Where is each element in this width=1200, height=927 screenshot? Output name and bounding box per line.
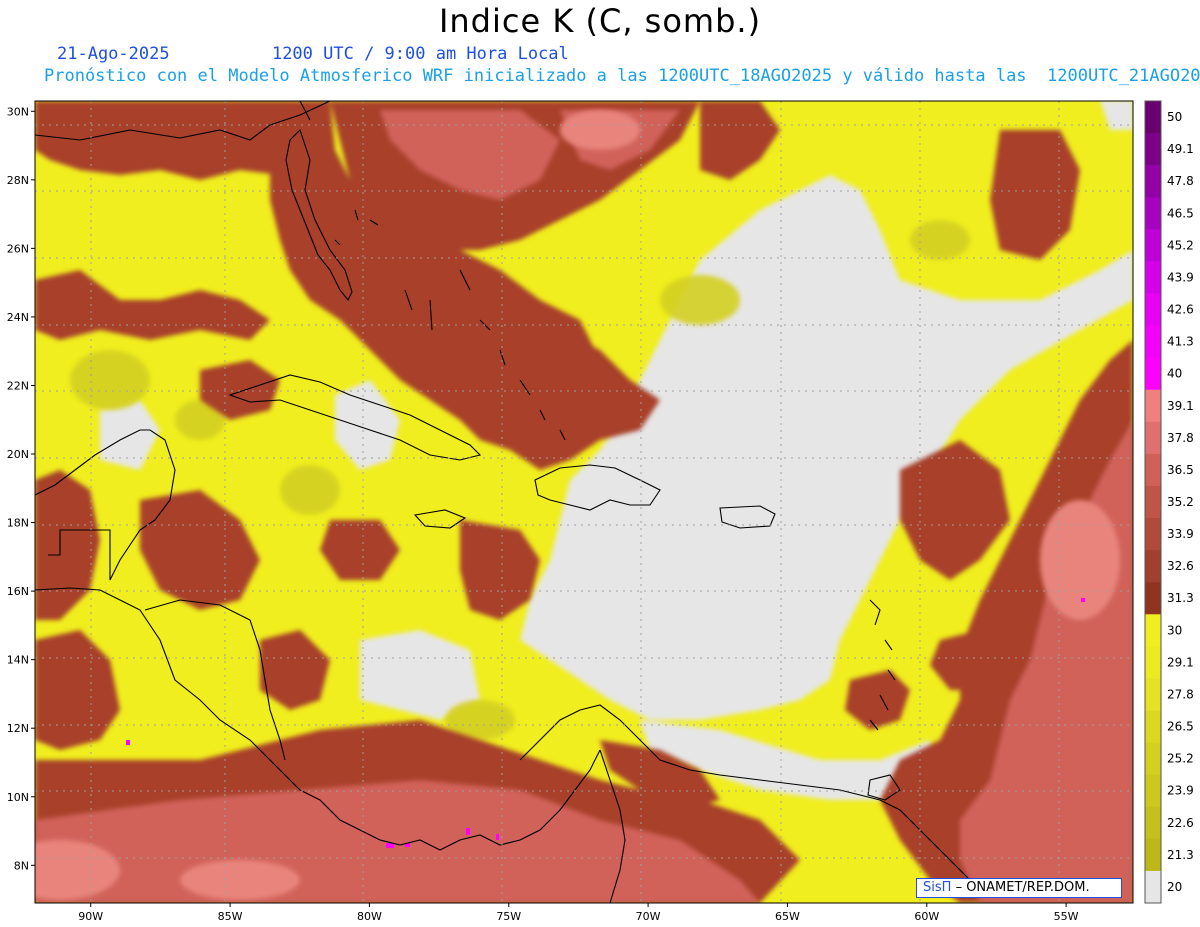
colorbar-label: 49.1	[1167, 142, 1194, 156]
longitude-axis: 90W 85W 80W 75W 70W 65W 60W 55W	[78, 903, 1079, 923]
colorbar-label: 26.5	[1167, 720, 1194, 734]
colorbar-label: 50	[1167, 110, 1182, 124]
colorbar-swatch	[1145, 293, 1161, 327]
colorbar-swatch	[1145, 742, 1161, 776]
colorbar-swatch	[1145, 261, 1161, 294]
lat-label: 12N	[7, 722, 29, 735]
colorbar-swatch	[1145, 485, 1161, 519]
colorbar-swatch	[1145, 550, 1161, 583]
colorbar-swatch	[1145, 133, 1161, 166]
colorbar-label: 32.6	[1167, 559, 1194, 573]
lat-label: 14N	[7, 654, 29, 667]
colorbar-label: 20	[1167, 880, 1182, 894]
colorbar-swatch	[1145, 357, 1161, 391]
colorbar-label: 37.8	[1167, 431, 1194, 445]
colorbar-swatch	[1145, 582, 1161, 615]
lon-label: 65W	[775, 910, 800, 923]
colorbar-swatch	[1145, 165, 1161, 198]
colorbar-swatch	[1145, 774, 1161, 808]
colorbar-label: 41.3	[1167, 335, 1194, 349]
colorbar-swatch	[1145, 389, 1161, 423]
colorbar-label: 25.2	[1167, 752, 1194, 766]
colorbar-swatch	[1145, 870, 1161, 904]
colorbar-label: 45.2	[1167, 238, 1194, 252]
colorbar-swatch	[1145, 229, 1161, 262]
lat-label: 18N	[7, 517, 29, 530]
credit-org: – ONAMET/REP.DOM.	[955, 880, 1090, 895]
colorbar-label: 30	[1167, 623, 1182, 637]
colorbar-label: 35.2	[1167, 495, 1194, 509]
colorbar-label: 21.3	[1167, 848, 1194, 862]
lat-label: 16N	[7, 585, 29, 598]
lon-label: 60W	[914, 910, 939, 923]
colorbar-swatch	[1145, 197, 1161, 230]
colorbar-label: 36.5	[1167, 463, 1194, 477]
lat-label: 8N	[14, 859, 29, 872]
colorbar-label: 42.6	[1167, 303, 1194, 317]
colorbar-swatch	[1145, 710, 1161, 744]
k-index-field	[35, 101, 1133, 903]
colorbar-label: 22.6	[1167, 816, 1194, 830]
colorbar-label: 29.1	[1167, 655, 1194, 669]
colorbar-swatch	[1145, 806, 1161, 840]
colorbar-swatch	[1145, 421, 1161, 455]
latitude-axis: 30N 28N 26N 24N 22N 20N 18N 16N 14N 12N 10N 8N	[7, 105, 35, 872]
credit-box: SisΠ – ONAMET/REP.DOM.	[916, 878, 1122, 898]
colorbar: 50 49.1 47.8 46.5 45.2 43.9 42.6 41.3 40 39.1 37.8…	[1144, 100, 1194, 904]
colorbar-label: 27.8	[1167, 687, 1194, 701]
lat-label: 26N	[7, 242, 29, 255]
lon-label: 80W	[357, 910, 382, 923]
lat-label: 28N	[7, 174, 29, 187]
colorbar-label: 23.9	[1167, 784, 1194, 798]
colorbar-label: 40	[1167, 367, 1182, 381]
colorbar-swatch	[1145, 678, 1161, 712]
colorbar-swatch	[1145, 325, 1161, 359]
colorbar-label: 46.5	[1167, 206, 1194, 220]
colorbar-label: 47.8	[1167, 174, 1194, 188]
colorbar-label: 43.9	[1167, 270, 1194, 284]
lat-label: 30N	[7, 105, 29, 118]
lat-label: 24N	[7, 311, 29, 324]
lon-label: 70W	[636, 910, 661, 923]
colorbar-label: 39.1	[1167, 399, 1194, 413]
lat-label: 22N	[7, 379, 29, 392]
lon-label: 75W	[496, 910, 521, 923]
lon-label: 85W	[218, 910, 243, 923]
colorbar-swatch	[1145, 518, 1161, 551]
colorbar-swatch	[1145, 646, 1161, 679]
lon-label: 90W	[78, 910, 103, 923]
lon-label: 55W	[1054, 910, 1079, 923]
colorbar-swatch	[1145, 101, 1161, 134]
colorbar-label: 31.3	[1167, 591, 1194, 605]
k-index-map: 30N 28N 26N 24N 22N 20N 18N 16N 14N 12N 10N 8N 90W 8…	[7, 100, 1194, 923]
colorbar-swatch	[1145, 614, 1161, 647]
lat-label: 10N	[7, 791, 29, 804]
colorbar-label: 33.9	[1167, 527, 1194, 541]
lat-label: 20N	[7, 448, 29, 461]
colorbar-swatch	[1145, 838, 1161, 872]
sispi-logo-text: SisΠ	[923, 880, 952, 895]
colorbar-swatch	[1145, 453, 1161, 487]
